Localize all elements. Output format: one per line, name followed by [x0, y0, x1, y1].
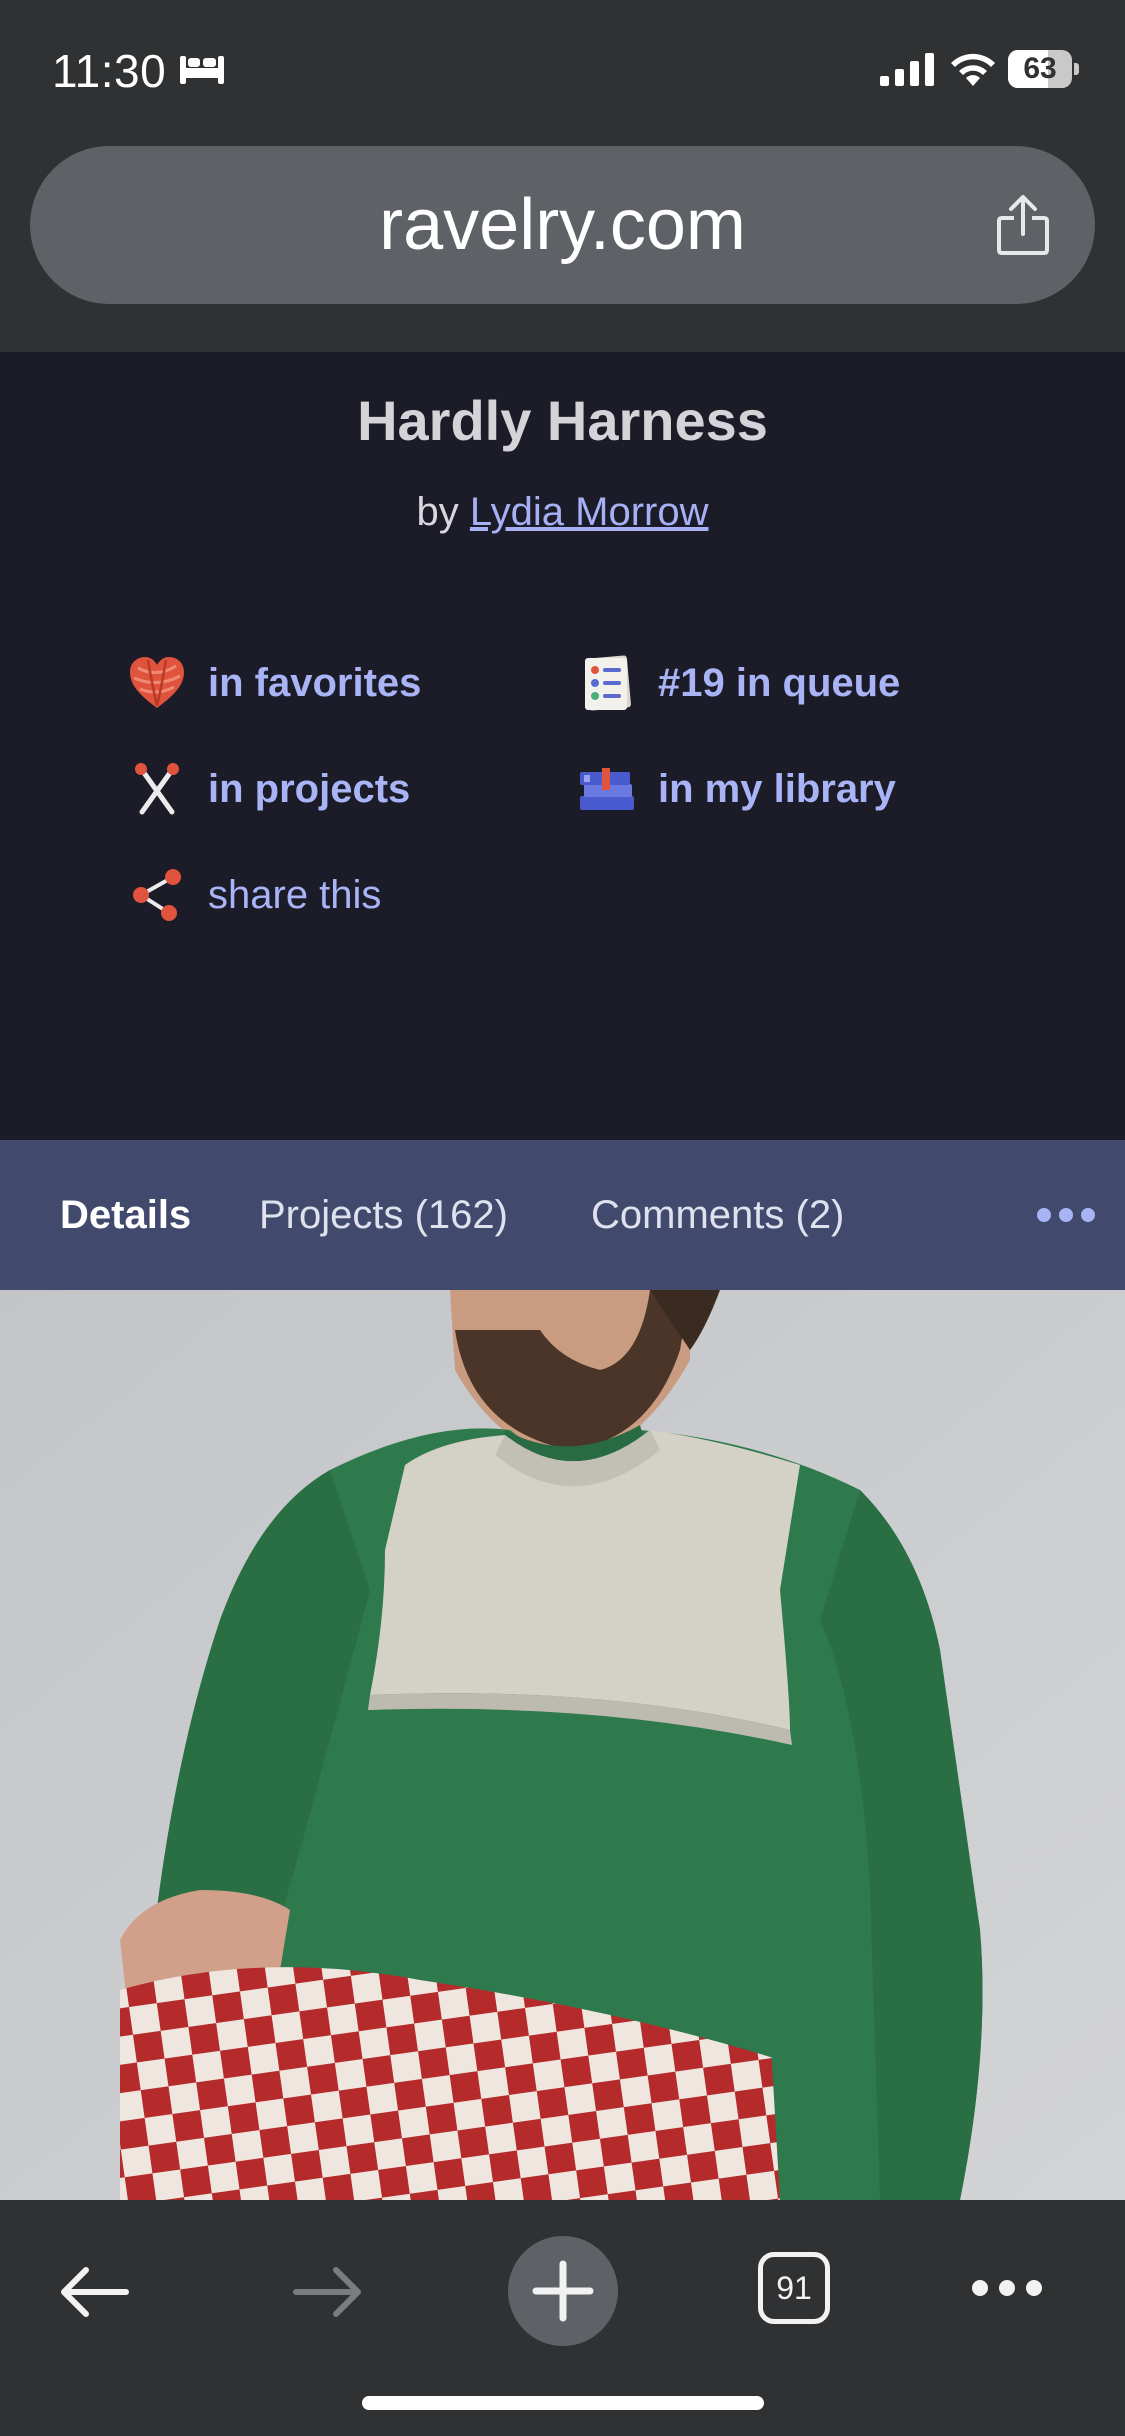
bed-icon	[180, 56, 224, 84]
author-link[interactable]: Lydia Morrow	[470, 490, 709, 534]
favorites-action[interactable]: in favorites	[126, 648, 421, 718]
address-bar[interactable]: ravelry.com	[30, 146, 1095, 304]
tabs-button[interactable]: 91	[758, 2252, 830, 2324]
byline-prefix: by	[416, 490, 459, 534]
photo-illustration	[0, 1290, 1125, 2200]
signal-icon	[880, 53, 934, 86]
tab-projects[interactable]: Projects (162)	[259, 1140, 508, 1290]
back-arrow-icon[interactable]	[58, 2266, 130, 2318]
pattern-title: Hardly Harness	[357, 389, 768, 452]
new-tab-button[interactable]	[508, 2236, 618, 2346]
home-indicator[interactable]	[362, 2396, 764, 2410]
tab-count: 91	[776, 2270, 812, 2306]
tab-details[interactable]: Details	[60, 1140, 191, 1290]
battery-icon: 63	[1008, 50, 1079, 88]
pattern-tabs: Details Projects (162) Comments (2)	[0, 1140, 1125, 1290]
pattern-header: Hardly Harness by Lydia Morrow in favori…	[0, 352, 1125, 1140]
url-text[interactable]: ravelry.com	[30, 146, 1095, 304]
share-label[interactable]: share this	[208, 873, 381, 918]
browser-top-chrome: 11:30 63 ravelry.com	[0, 0, 1125, 352]
queue-label[interactable]: #19 in queue	[658, 661, 900, 706]
byline: by Lydia Morrow	[0, 490, 1125, 535]
queue-list-icon	[576, 652, 638, 714]
status-time: 11:30	[52, 45, 167, 97]
status-bar: 11:30 63	[0, 0, 1125, 140]
yarn-heart-icon	[126, 652, 188, 714]
tab-comments[interactable]: Comments (2)	[591, 1140, 844, 1290]
pattern-photo[interactable]	[0, 1290, 1125, 2200]
projects-action[interactable]: in projects	[126, 754, 410, 824]
more-options-icon[interactable]	[970, 2276, 1044, 2300]
share-nodes-icon	[126, 864, 188, 926]
books-icon	[576, 758, 638, 820]
battery-percent: 63	[1023, 52, 1057, 85]
share-action[interactable]: share this	[126, 860, 381, 930]
forward-arrow-icon[interactable]	[292, 2266, 364, 2318]
plus-icon	[532, 2260, 594, 2322]
projects-label[interactable]: in projects	[208, 767, 410, 812]
wifi-icon	[951, 53, 995, 86]
more-tabs-icon[interactable]	[1036, 1204, 1096, 1226]
queue-action[interactable]: #19 in queue	[576, 648, 900, 718]
knitting-needles-icon	[126, 758, 188, 820]
favorites-label[interactable]: in favorites	[208, 661, 421, 706]
share-icon[interactable]	[994, 194, 1052, 256]
library-label[interactable]: in my library	[658, 767, 896, 812]
library-action[interactable]: in my library	[576, 754, 896, 824]
